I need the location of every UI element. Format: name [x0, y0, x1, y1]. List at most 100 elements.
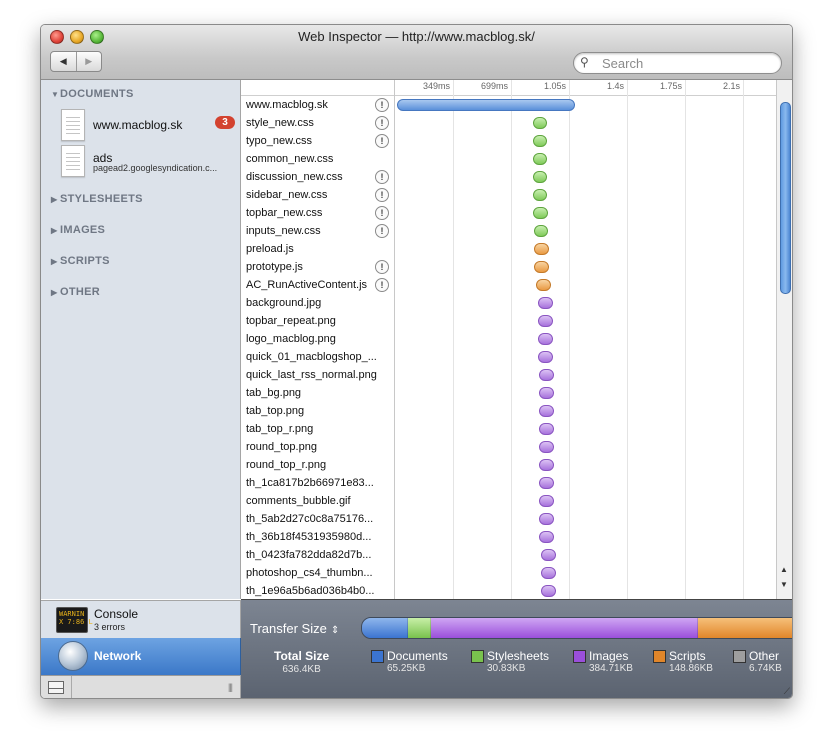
resource-row[interactable]: comments_bubble.gif	[241, 492, 394, 510]
search-input[interactable]	[600, 54, 774, 72]
resource-row[interactable]: quick_01_macblogshop_...	[241, 348, 394, 366]
forward-button[interactable]: ▶	[75, 52, 102, 71]
dock-toggle-icon[interactable]	[48, 681, 64, 694]
resource-row[interactable]: round_top.png	[241, 438, 394, 456]
resource-row[interactable]: round_top_r.png	[241, 456, 394, 474]
sidebar: ▼DOCUMENTS www.macblog.sk 3 ads pagead2.…	[41, 80, 241, 599]
scroll-down-arrow-icon[interactable]: ▼	[780, 580, 788, 589]
resource-name: typo_new.css	[246, 135, 313, 147]
resource-row[interactable]: common_new.css	[241, 150, 394, 168]
section-images[interactable]: ▶ IMAGES	[51, 224, 105, 236]
timeline-bar-img[interactable]	[538, 351, 553, 363]
document-item-macblog[interactable]: www.macblog.sk 3	[61, 109, 239, 145]
resource-name: preload.js	[246, 243, 294, 255]
resource-row[interactable]: photoshop_cs4_thumbn...	[241, 564, 394, 582]
resource-row[interactable]: sidebar_new.css!	[241, 186, 394, 204]
title-bar: Web Inspector — http://www.macblog.sk/ ◀…	[41, 25, 792, 80]
vertical-scrollbar[interactable]: ▲ ▼	[776, 80, 792, 599]
timeline-bar-img[interactable]	[539, 369, 554, 381]
resource-row[interactable]: background.jpg	[241, 294, 394, 312]
warning-icon[interactable]: !	[375, 134, 389, 148]
resource-row[interactable]: tab_top_r.png	[241, 420, 394, 438]
resource-row[interactable]: th_36b18f4531935980d...	[241, 528, 394, 546]
timeline-bar-img[interactable]	[539, 531, 554, 543]
disclosure-closed-icon[interactable]: ▶	[51, 195, 60, 204]
search-field[interactable]: ⚲	[573, 52, 782, 74]
disclosure-closed-icon[interactable]: ▶	[51, 226, 60, 235]
resource-row[interactable]: discussion_new.css!	[241, 168, 394, 186]
timeline-bar-css[interactable]	[533, 117, 547, 129]
summary-mode-select[interactable]: Transfer Size ⇕	[250, 621, 339, 636]
timeline-bar-js[interactable]	[536, 279, 551, 291]
resource-name: photoshop_cs4_thumbn...	[246, 567, 373, 579]
resource-row[interactable]: tab_top.png	[241, 402, 394, 420]
resource-row[interactable]: inputs_new.css!	[241, 222, 394, 240]
timeline-bar-img[interactable]	[539, 405, 554, 417]
console-panel-item[interactable]: WARNIN X 7:86 L Console 3 errors	[41, 600, 241, 639]
resource-row[interactable]: topbar_new.css!	[241, 204, 394, 222]
timeline-bar-img[interactable]	[539, 513, 554, 525]
timeline-bar-css[interactable]	[533, 207, 548, 219]
network-panel-item[interactable]: Network	[41, 638, 241, 675]
warning-icon[interactable]: !	[375, 224, 389, 238]
resource-row[interactable]: topbar_repeat.png	[241, 312, 394, 330]
section-stylesheets[interactable]: ▶ STYLESHEETS	[51, 193, 143, 205]
timeline-bar-css[interactable]	[534, 225, 548, 237]
section-documents[interactable]: ▼DOCUMENTS	[51, 88, 134, 100]
resize-grip-icon[interactable]: |||	[228, 682, 233, 692]
timeline-bar-img[interactable]	[541, 549, 556, 561]
warning-icon[interactable]: !	[375, 278, 389, 292]
warning-icon[interactable]: !	[375, 116, 389, 130]
timeline-bar-css[interactable]	[533, 153, 547, 165]
legend-swatch-other	[733, 650, 746, 663]
timeline-bar-css[interactable]	[533, 189, 547, 201]
warning-icon[interactable]: !	[375, 188, 389, 202]
resource-row[interactable]: th_1e96a5b6ad036b4b0...	[241, 582, 394, 600]
timeline-bar-img[interactable]	[538, 315, 553, 327]
resource-row[interactable]: th_1ca817b2b66971e83...	[241, 474, 394, 492]
timeline-bar-img[interactable]	[538, 297, 553, 309]
timeline-bar-img[interactable]	[541, 567, 556, 579]
resource-row[interactable]: prototype.js!	[241, 258, 394, 276]
disclosure-closed-icon[interactable]: ▶	[51, 257, 60, 266]
timeline-bar-doc[interactable]	[397, 99, 575, 111]
resource-row[interactable]: www.macblog.sk!	[241, 96, 394, 114]
disclosure-closed-icon[interactable]: ▶	[51, 288, 60, 297]
resource-name: th_5ab2d27c0c8a75176...	[246, 513, 374, 525]
warning-icon[interactable]: !	[375, 206, 389, 220]
resource-row[interactable]: th_5ab2d27c0c8a75176...	[241, 510, 394, 528]
timeline-tick-label: 349ms	[422, 81, 450, 91]
disclosure-open-icon[interactable]: ▼	[51, 90, 60, 99]
timeline-bar-img[interactable]	[538, 333, 553, 345]
resource-row[interactable]: typo_new.css!	[241, 132, 394, 150]
timeline-bar-img[interactable]	[539, 387, 554, 399]
timeline-bar-img[interactable]	[539, 477, 554, 489]
resource-row[interactable]: AC_RunActiveContent.js!	[241, 276, 394, 294]
timeline-bar-img[interactable]	[539, 495, 554, 507]
error-count-badge: 3	[215, 116, 235, 129]
timeline-bar-js[interactable]	[534, 243, 549, 255]
warning-icon[interactable]: !	[375, 98, 389, 112]
scrollbar-thumb[interactable]	[780, 102, 791, 294]
timeline-bar-img[interactable]	[541, 585, 556, 597]
warning-icon[interactable]: !	[375, 170, 389, 184]
resource-row[interactable]: th_0423fa782dda82d7b...	[241, 546, 394, 564]
timeline-bar-css[interactable]	[533, 171, 547, 183]
timeline-bar-js[interactable]	[534, 261, 549, 273]
resource-row[interactable]: logo_macblog.png	[241, 330, 394, 348]
section-scripts[interactable]: ▶ SCRIPTS	[51, 255, 110, 267]
timeline-bar-img[interactable]	[539, 441, 554, 453]
document-item-ads[interactable]: ads pagead2.googlesyndication.c...	[61, 145, 239, 181]
back-button[interactable]: ◀	[51, 52, 76, 71]
scroll-up-arrow-icon[interactable]: ▲	[780, 565, 788, 574]
resource-row[interactable]: quick_last_rss_normal.png	[241, 366, 394, 384]
timeline-bar-img[interactable]	[539, 423, 554, 435]
warning-icon[interactable]: !	[375, 260, 389, 274]
timeline-bar-css[interactable]	[533, 135, 547, 147]
section-other[interactable]: ▶ OTHER	[51, 286, 100, 298]
resource-row[interactable]: preload.js	[241, 240, 394, 258]
window-resize-icon[interactable]: ⟋	[784, 686, 790, 697]
resource-row[interactable]: tab_bg.png	[241, 384, 394, 402]
resource-row[interactable]: style_new.css!	[241, 114, 394, 132]
timeline-bar-img[interactable]	[539, 459, 554, 471]
